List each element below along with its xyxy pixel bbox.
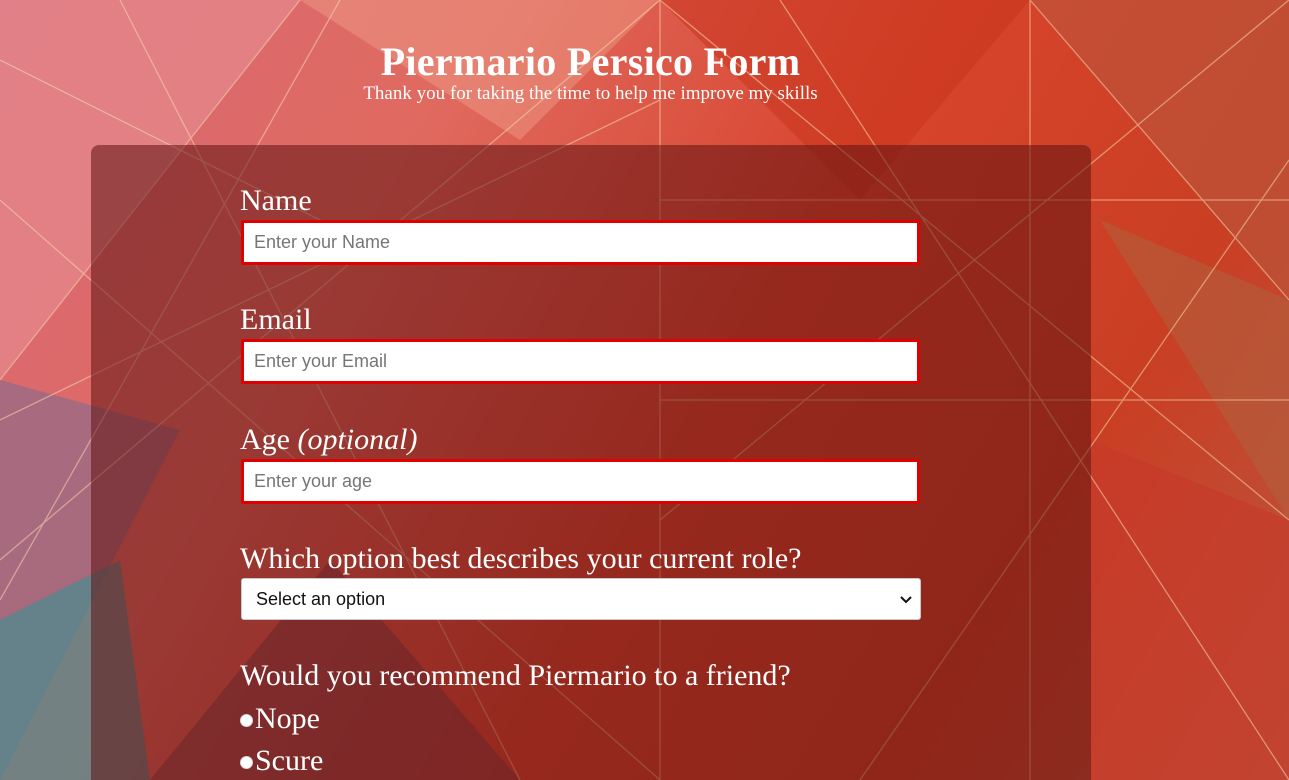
- chevron-down-icon: [900, 579, 912, 619]
- age-label: Age (optional): [240, 422, 417, 458]
- email-label: Email: [240, 303, 312, 336]
- role-label: Which option best describes your current…: [240, 542, 802, 575]
- role-select-value: Select an option: [256, 589, 386, 609]
- radio-option-nope[interactable]: Nope: [240, 701, 320, 737]
- page-subtitle: Thank you for taking the time to help me…: [363, 83, 818, 104]
- email-input[interactable]: [241, 339, 920, 384]
- recommend-label: Would you recommend Piermario to a frien…: [240, 659, 791, 692]
- radio-option-scure[interactable]: Scure: [240, 743, 323, 779]
- page: Piermario Persico Form Thank you for tak…: [0, 0, 1289, 780]
- age-label-text: Age: [240, 423, 290, 456]
- radio-option-label: Nope: [255, 702, 320, 735]
- age-optional-note: (optional): [297, 423, 418, 456]
- name-input[interactable]: [241, 220, 920, 265]
- radio-option-label: Scure: [255, 744, 324, 777]
- name-label: Name: [240, 184, 312, 217]
- page-title: Piermario Persico Form: [380, 39, 801, 84]
- form-header: Piermario Persico Form Thank you for tak…: [0, 36, 1181, 106]
- role-select[interactable]: Select an option: [241, 578, 921, 620]
- age-input[interactable]: [241, 459, 920, 504]
- radio-icon[interactable]: [240, 713, 253, 727]
- radio-icon[interactable]: [240, 755, 253, 769]
